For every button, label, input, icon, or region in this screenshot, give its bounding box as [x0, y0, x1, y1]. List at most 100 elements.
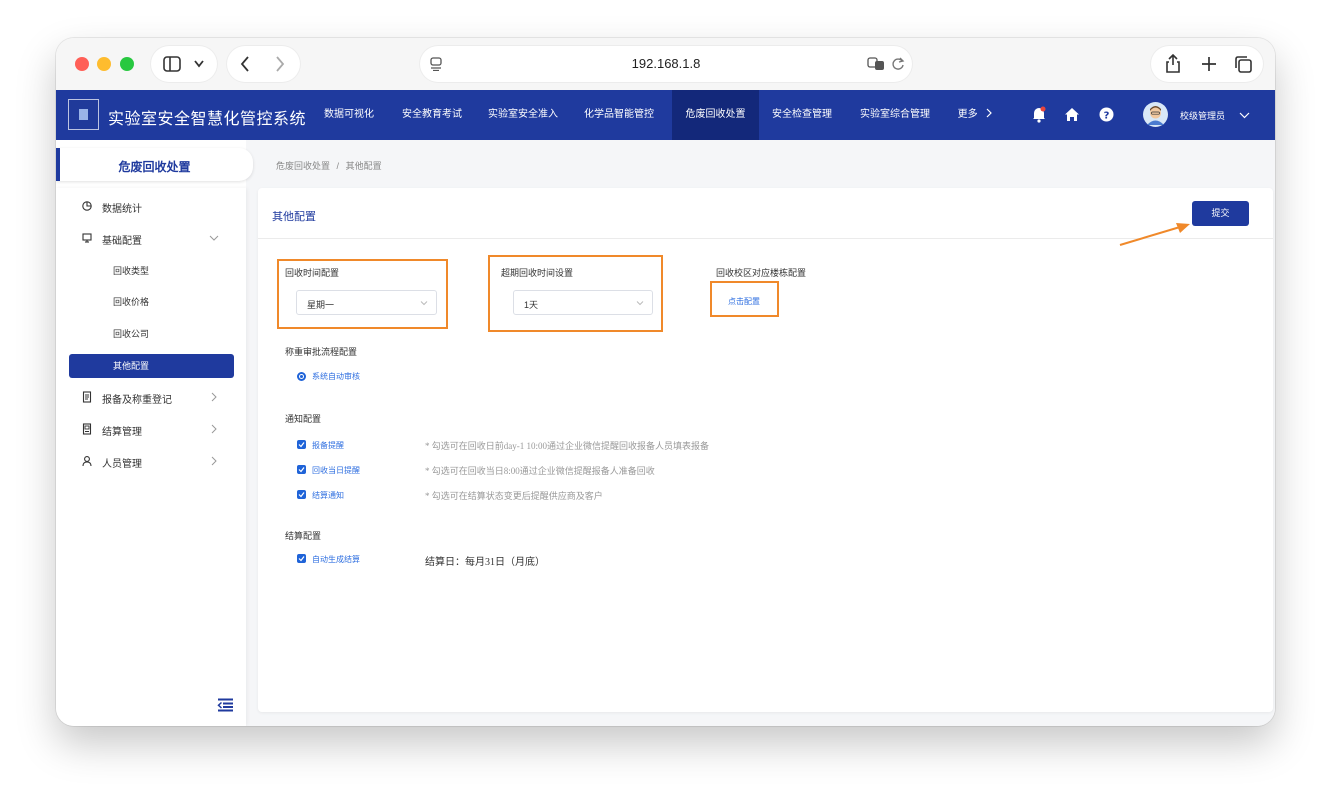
sidebar-item-label: 其他配置	[113, 361, 150, 371]
app-title: 实验室安全智慧化管控系统	[108, 111, 307, 128]
user-name[interactable]: 校级管理员	[1180, 109, 1225, 122]
zoom-window-button[interactable]	[120, 57, 134, 71]
breadcrumb-current: 其他配置	[345, 161, 382, 171]
chevron-right-icon	[986, 108, 993, 118]
nav-item-chemical-control[interactable]: 化学品智能管控	[576, 90, 662, 140]
top-navigation-bar: 实验室安全智慧化管控系统 数据可视化 安全教育考试 实验室安全准入 化学品智能管…	[56, 90, 1275, 140]
new-tab-icon[interactable]	[1202, 57, 1216, 71]
close-window-button[interactable]	[75, 57, 89, 71]
address-bar[interactable]: 192.168.1.8	[420, 46, 912, 82]
sidebar-item-label: 数据统计	[102, 204, 142, 215]
browser-toolbar: 192.168.1.8	[56, 38, 1275, 90]
settlement-day-text: 结算日：每月31日（月底）	[425, 557, 545, 568]
nav-item-safety-inspection[interactable]: 安全检查管理	[764, 90, 840, 140]
breadcrumb: 危废回收处置 / 其他配置	[276, 159, 382, 172]
settlement-notice-hint: * 勾选可在结算状态变更后提醒供应商及客户	[425, 491, 603, 501]
recycle-time-value: 星期一	[307, 300, 335, 310]
back-arrow-icon[interactable]	[240, 56, 250, 72]
sidebar-item-label: 回收价格	[113, 297, 150, 307]
annotation-arrow-icon	[1119, 223, 1190, 246]
sidebar-title-text: 危废回收处置	[118, 160, 191, 174]
history-nav-group	[227, 46, 300, 82]
url-text: 192.168.1.8	[631, 56, 701, 71]
share-icon[interactable]	[1165, 54, 1181, 73]
home-icon[interactable]	[1064, 107, 1080, 122]
tab-overview-icon[interactable]	[1235, 56, 1252, 73]
sidebar-item-recycle-company[interactable]: 回收公司	[56, 322, 246, 346]
reload-icon[interactable]	[891, 57, 905, 71]
sidebar-item-recycle-type[interactable]: 回收类型	[56, 259, 246, 283]
checkmark-icon	[298, 492, 305, 498]
checkmark-icon	[298, 556, 305, 562]
auto-review-radio[interactable]	[297, 372, 306, 381]
translate-icon[interactable]	[867, 57, 885, 71]
browser-window: 192.168.1.8 实验室安全智慧化管控系统 数据可视化 安全教育考试 实验…	[56, 38, 1275, 726]
recycle-time-select[interactable]: 星期一	[296, 290, 437, 315]
sidebar-item-label: 基础配置	[102, 236, 142, 247]
user-icon	[82, 456, 92, 467]
window-actions-group	[1151, 46, 1263, 82]
chevron-down-icon	[194, 60, 204, 68]
report-reminder-checkbox[interactable]	[297, 440, 306, 449]
sidebar-item-label: 报备及称重登记	[102, 395, 172, 406]
campus-building-config-link[interactable]: 点击配置	[728, 296, 760, 307]
nav-item-lab-access[interactable]: 实验室安全准入	[480, 90, 566, 140]
sidebar-item-settlement[interactable]: 结算管理	[56, 418, 246, 442]
nav-more-label: 更多	[957, 109, 978, 120]
overdue-time-label: 超期回收时间设置	[501, 268, 574, 278]
overdue-time-select[interactable]: 1天	[513, 290, 653, 315]
sidebar-icon	[163, 56, 181, 72]
nav-item-hazardous-waste[interactable]: 危废回收处置	[672, 90, 759, 140]
sidebar-item-registration[interactable]: 报备及称重登记	[56, 386, 246, 410]
chevron-down-icon	[420, 301, 428, 306]
chevron-right-icon	[211, 456, 217, 466]
nav-item-lab-management[interactable]: 实验室综合管理	[851, 90, 939, 140]
sidebar-item-other-config[interactable]: 其他配置	[69, 354, 234, 378]
nav-item-data-visualization[interactable]: 数据可视化	[314, 90, 384, 140]
collapse-sidebar-icon[interactable]	[217, 698, 234, 712]
svg-text:?: ?	[1104, 111, 1110, 122]
sidebar-item-label: 回收公司	[113, 329, 150, 339]
minimize-window-button[interactable]	[97, 57, 111, 71]
sidebar-item-label: 人员管理	[102, 459, 142, 470]
weighing-approval-label: 称重审批流程配置	[285, 347, 358, 357]
report-reminder-hint: * 勾选可在回收日前day-1 10:00通过企业微信提醒回收报备人员填表报备	[425, 441, 709, 451]
submit-button[interactable]: 提交	[1192, 201, 1249, 226]
chevron-down-icon	[209, 235, 219, 241]
help-icon[interactable]: ?	[1099, 107, 1114, 122]
sidebar-item-recycle-price[interactable]: 回收价格	[56, 290, 246, 314]
campus-building-label: 回收校区对应楼栋配置	[716, 268, 807, 278]
sidebar-toggle-group[interactable]	[151, 46, 217, 82]
settlement-notice-checkbox[interactable]	[297, 490, 306, 499]
notification-bell-icon[interactable]	[1032, 106, 1046, 123]
sidebar-item-personnel[interactable]: 人员管理	[56, 450, 246, 474]
settlement-notice-label[interactable]: 结算通知	[312, 490, 344, 501]
config-panel: 其他配置 提交 回收时间配置 星期一 超期回收时间设置 1天 回收校区对应楼栋配…	[258, 188, 1273, 712]
sidebar-item-label: 结算管理	[102, 427, 142, 438]
breadcrumb-parent[interactable]: 危废回收处置	[276, 161, 330, 171]
auto-settlement-label[interactable]: 自动生成结算	[312, 554, 360, 565]
sidebar-module-title: 危废回收处置	[56, 148, 253, 181]
monitor-icon	[82, 233, 92, 243]
report-reminder-label[interactable]: 报备提醒	[312, 440, 344, 451]
avatar[interactable]	[1143, 102, 1168, 127]
auto-settlement-checkbox[interactable]	[297, 554, 306, 563]
same-day-reminder-checkbox[interactable]	[297, 465, 306, 474]
checkmark-icon	[298, 467, 305, 473]
sidebar-item-label: 回收类型	[113, 266, 150, 276]
forward-arrow-icon[interactable]	[275, 56, 285, 72]
document-icon	[82, 391, 92, 403]
same-day-reminder-label[interactable]: 回收当日提醒	[312, 465, 360, 476]
checkmark-icon	[298, 442, 305, 448]
overdue-time-value: 1天	[524, 300, 539, 310]
sidebar-item-statistics[interactable]: 数据统计	[56, 195, 246, 219]
chevron-down-icon[interactable]	[1239, 112, 1250, 119]
app-logo	[68, 99, 99, 130]
recycle-time-label: 回收时间配置	[285, 268, 340, 278]
nav-item-more[interactable]: 更多	[950, 90, 1000, 140]
panel-title: 其他配置	[272, 211, 316, 223]
auto-review-label[interactable]: 系统自动审核	[312, 371, 360, 382]
nav-item-safety-exam[interactable]: 安全教育考试	[394, 90, 470, 140]
sidebar-item-basic-config[interactable]: 基础配置	[56, 227, 246, 251]
same-day-reminder-hint: * 勾选可在回收当日8:00通过企业微信提醒报备人准备回收	[425, 466, 655, 476]
